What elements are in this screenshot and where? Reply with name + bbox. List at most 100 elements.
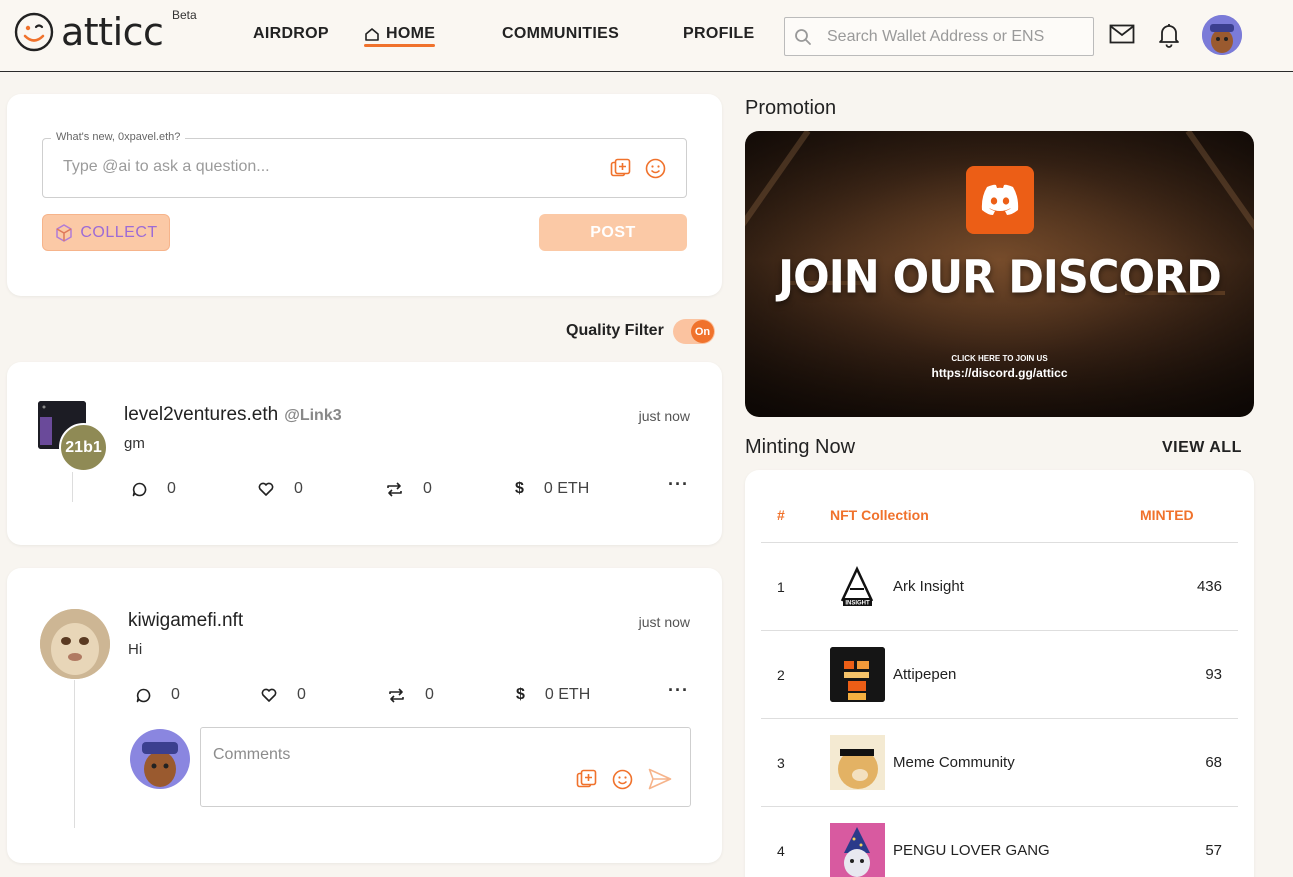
promo-cta: CLICK HERE TO JOIN US — [951, 354, 1048, 363]
comment-count: 0 — [171, 686, 180, 703]
ark-insight-icon: INSIGHT — [840, 566, 874, 607]
post-label: POST — [590, 223, 636, 241]
like-button[interactable]: 0 — [258, 480, 303, 498]
ape-avatar-image — [130, 729, 190, 789]
smile-logo-icon — [14, 12, 54, 52]
table-row[interactable]: 2 Attipepen 93 — [745, 631, 1254, 719]
bell-icon[interactable] — [1158, 22, 1180, 48]
user-badge: 21b1 — [59, 423, 108, 472]
meme-community-logo — [830, 735, 885, 790]
row-name: Attipepen — [893, 666, 957, 683]
nav-profile-label: PROFILE — [683, 25, 755, 42]
tip-amount: 0 ETH — [544, 686, 591, 703]
ape-avatar-image — [1202, 15, 1242, 55]
search-icon — [795, 28, 811, 45]
promo-url[interactable]: https://discord.gg/atticc — [745, 366, 1254, 380]
row-name: PENGU LOVER GANG — [893, 842, 1050, 859]
view-all-link[interactable]: VIEW ALL — [1162, 439, 1242, 457]
column-rank: # — [777, 507, 785, 523]
author-handle: @Link3 — [284, 407, 342, 424]
tip-button[interactable]: $ 0 ETH — [515, 480, 589, 498]
emoji-icon[interactable] — [645, 158, 666, 179]
post-avatar[interactable] — [40, 609, 110, 679]
cube-icon — [56, 223, 73, 242]
promotion-title: Promotion — [745, 97, 837, 119]
row-name: Ark Insight — [893, 578, 964, 595]
post-author[interactable]: kiwigamefi.nft — [128, 610, 243, 632]
more-options-icon[interactable]: ··· — [668, 680, 689, 701]
comment-icon — [136, 688, 151, 702]
user-avatar[interactable] — [1202, 15, 1242, 55]
send-icon[interactable] — [648, 768, 672, 790]
nav-home-label: HOME — [386, 25, 436, 42]
emoji-icon[interactable] — [612, 769, 633, 790]
post-button[interactable]: POST — [539, 214, 687, 251]
author-name: kiwigamefi.nft — [128, 610, 244, 631]
row-rank: 4 — [777, 843, 785, 859]
post-author[interactable]: level2ventures.eth @Link3 — [124, 404, 342, 426]
post-composer: What's new, 0xpavel.eth? COLLECT POST — [7, 94, 722, 296]
more-options-icon[interactable]: ··· — [668, 474, 689, 495]
commenter-avatar[interactable] — [130, 729, 190, 789]
nav-profile[interactable]: PROFILE — [683, 25, 754, 43]
post-actions: 0 0 0 $ 0 ETH ··· — [7, 474, 722, 500]
like-button[interactable]: 0 — [261, 686, 306, 704]
doge-icon — [830, 735, 885, 790]
nav-communities[interactable]: COMMUNITIES — [502, 25, 619, 43]
repost-count: 0 — [423, 480, 432, 497]
table-row[interactable]: 4 PENGU LOVER GANG 57 — [745, 807, 1254, 877]
composer-input[interactable] — [63, 158, 583, 176]
add-media-icon[interactable] — [610, 158, 631, 179]
column-collection: NFT Collection — [830, 507, 929, 523]
feed-post: 21b1 level2ventures.eth @Link3 just now g… — [7, 362, 722, 545]
like-count: 0 — [297, 686, 306, 703]
heart-icon — [258, 482, 274, 496]
atticc-logo[interactable]: atticc Beta — [14, 8, 197, 52]
collect-button[interactable]: COLLECT — [42, 214, 170, 251]
composer-field-icons — [610, 158, 666, 179]
nav-airdrop[interactable]: AIRDROP — [253, 25, 329, 43]
quality-filter-label: Quality Filter — [566, 322, 664, 339]
comment-box-icons — [576, 768, 672, 790]
comment-input[interactable] — [213, 746, 553, 774]
discord-glyph-icon — [981, 184, 1019, 215]
tip-button[interactable]: $ 0 ETH — [516, 686, 590, 704]
row-rank: 1 — [777, 579, 785, 595]
comment-box[interactable] — [200, 727, 691, 807]
minting-table: # NFT Collection MINTED 1 INSIGHT Ark In… — [745, 470, 1254, 877]
search-input[interactable] — [827, 27, 1077, 46]
post-timestamp: just now — [638, 408, 690, 424]
home-icon — [365, 28, 379, 41]
top-bar: atticc Beta AIRDROP HOME COMMUNITIES PRO… — [0, 0, 1293, 72]
repost-button[interactable]: 0 — [388, 686, 434, 704]
collect-label: COLLECT — [80, 223, 158, 241]
add-media-icon[interactable] — [576, 769, 597, 790]
promo-headline: JOIN OUR DISCORD — [778, 251, 1222, 305]
feed-post: kiwigamefi.nft just now Hi 0 0 0 $ 0 ETH… — [7, 568, 722, 863]
active-nav-underline — [364, 44, 436, 47]
pengu-lover-gang-logo — [830, 823, 885, 877]
column-minted: MINTED — [1140, 507, 1194, 523]
table-row[interactable]: 1 INSIGHT Ark Insight 436 — [745, 543, 1254, 631]
nav-airdrop-label: AIRDROP — [253, 25, 329, 42]
repost-button[interactable]: 0 — [386, 480, 432, 498]
repost-count: 0 — [425, 686, 434, 703]
comment-button[interactable]: 0 — [136, 686, 180, 704]
repost-icon — [389, 687, 404, 703]
author-name: level2ventures.eth — [124, 404, 279, 425]
quality-filter-toggle[interactable]: On — [673, 319, 715, 344]
post-body: Hi — [128, 641, 143, 658]
thumb-label: INSIGHT — [845, 601, 870, 607]
search-bar[interactable] — [784, 17, 1094, 56]
discord-promo-banner[interactable]: JOIN OUR DISCORD CLICK HERE TO JOIN US h… — [745, 131, 1254, 417]
table-row[interactable]: 3 Meme Community 68 — [745, 719, 1254, 807]
mail-icon[interactable] — [1109, 24, 1135, 44]
row-rank: 3 — [777, 755, 785, 771]
minting-now-title: Minting Now — [745, 436, 856, 458]
composer-field[interactable]: What's new, 0xpavel.eth? — [42, 131, 687, 198]
nav-home[interactable]: HOME — [364, 25, 436, 47]
row-minted: 93 — [1205, 666, 1222, 683]
dollar-icon: $ — [516, 686, 525, 703]
attipepen-logo — [830, 647, 885, 702]
comment-button[interactable]: 0 — [132, 480, 176, 498]
